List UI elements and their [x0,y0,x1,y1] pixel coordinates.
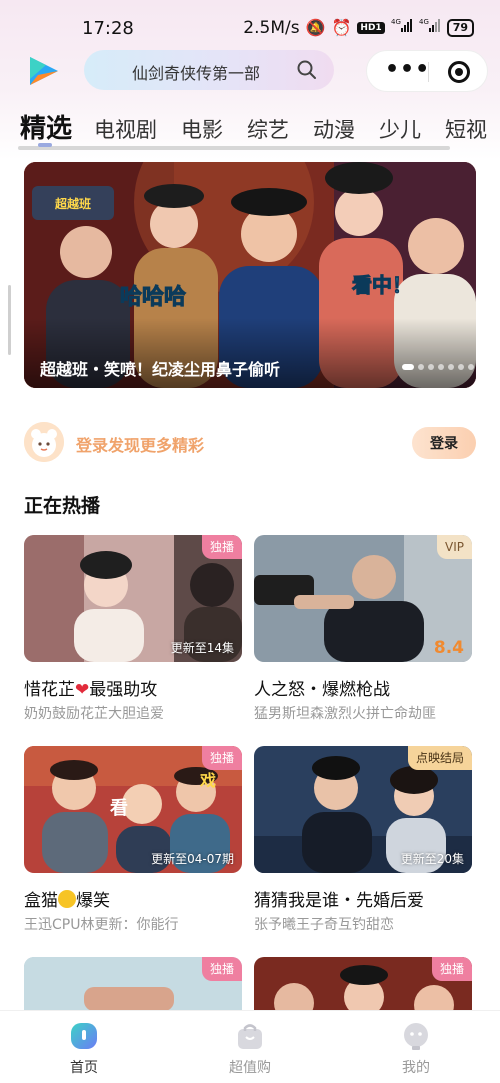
nav-label: 首页 [70,1060,98,1076]
card-title-suffix: 爆笑 [76,891,110,911]
svg-text:4G: 4G [419,18,429,26]
capsule-divider [428,62,429,82]
login-promo-text: 登录发现更多精彩 [76,436,205,455]
status-indicators: 2.5M/s 🔕 ⏰ HD1 4G 4G 79 [243,17,474,38]
card-subtitle: 猛男斯坦森激烈火拼亡命劫匪 [254,706,436,722]
bottom-nav: 首页 超值购 我的 [0,1010,500,1083]
nav-item-shop[interactable]: 超值购 [210,1021,290,1077]
card-overlay-text: 看 [109,797,128,819]
search-placeholder: 仙剑奇侠传第一部 [132,64,261,83]
banner-pagination [402,364,474,370]
card-badge: 点映结局 [407,746,472,770]
video-card[interactable]: 独播 [24,957,242,1083]
hd-badge: HD1 [357,21,385,34]
banner-logo-text: 超越班 [54,196,91,211]
mute-icon: 🔕 [305,18,326,37]
banner-dot [418,364,424,370]
status-time: 17:28 [82,18,134,39]
card-badge: 独播 [431,957,472,981]
card-update-text: 更新至04-07期 [151,852,234,866]
signal-icon: 4G [391,17,413,38]
video-card[interactable]: 看 戏 独播 更新至04-07期 盒猫 爆笑 王迅CPU林更新：你能行 [24,746,242,936]
tab-kids[interactable]: 少儿 [379,114,421,144]
banner-dot [438,364,444,370]
card-subtitle: 张予曦王子奇互钓甜恋 [254,917,394,933]
svg-text:4G: 4G [391,18,401,26]
tab-featured[interactable]: 精选 [20,108,72,145]
tab-variety[interactable]: 综艺 [247,114,289,144]
search-input[interactable]: 仙剑奇侠传第一部 [84,50,334,90]
heart-icon: ❤ [75,680,90,700]
more-dots-icon[interactable]: ••• [385,57,430,82]
tab-short[interactable]: 短视 [445,114,487,144]
card-overlay-text-2: 戏 [199,771,216,790]
card-thumbnail: 看 戏 独播 更新至04-07期 [24,746,242,873]
miniapp-capsule: ••• [366,50,488,92]
page-scroll-indicator [8,285,11,355]
banner-dot [448,364,454,370]
card-thumbnail: 独播 更新至14集 [24,535,242,662]
tab-movie[interactable]: 电影 [181,114,223,144]
search-icon [296,59,318,81]
tab-anime[interactable]: 动漫 [313,114,355,144]
signal-icon-2: 4G [419,17,441,38]
section-title: 正在热播 [24,495,101,517]
card-subtitle: 王迅CPU林更新：你能行 [24,917,179,933]
login-button[interactable]: 登录 [412,427,476,459]
nav-label: 超值购 [229,1060,271,1076]
card-title: 盒猫 爆笑 [24,886,110,911]
nav-item-home[interactable]: 首页 [44,1021,124,1077]
video-card[interactable]: 点映结局 更新至20集 猜猜我是谁・先婚后爱 张予曦王子奇互钓甜恋 [254,746,472,936]
video-card[interactable]: 独播 更新至14集 惜花芷❤最强助攻 奶奶鼓励花芷大胆追爱 [24,535,242,725]
card-title: 猜猜我是谁・先婚后爱 [254,891,424,911]
mascot-icon [24,422,64,462]
category-tabs: 精选 电视剧 电影 综艺 动漫 少儿 短视 [0,108,500,148]
banner-dot-active [402,364,414,370]
banner-caption-left: 哈哈哈 [120,284,186,310]
banner-dot [468,364,474,370]
tab-scroll-track [18,146,450,150]
card-title-suffix: 最强助攻 [89,680,158,700]
card-title: 惜花芷❤最强助攻 [24,675,157,700]
tab-tv[interactable]: 电视剧 [94,114,157,144]
shopping-bag-icon [235,1021,265,1051]
nav-label: 我的 [402,1060,430,1076]
card-score: 8.4 [433,638,464,658]
banner-dot [428,364,434,370]
home-icon [69,1021,99,1051]
banner-dot [458,364,464,370]
laughing-emoji-icon [58,890,76,908]
battery-icon: 79 [446,18,474,37]
card-thumbnail: VIP 8.4 [254,535,472,662]
card-subtitle: 奶奶鼓励花芷大胆追爱 [24,706,164,722]
card-title-text: 惜花芷 [24,680,75,700]
app-logo[interactable] [24,51,64,91]
banner-title: 超越班・笑喷！纪凌尘用鼻子偷听 [40,360,281,379]
banner-caption-right: 看中！ [352,273,412,297]
nav-item-profile[interactable]: 我的 [376,1021,456,1077]
card-update-text: 更新至20集 [400,852,464,866]
network-speed: 2.5M/s [243,17,300,38]
card-thumbnail: 点映结局 更新至20集 [254,746,472,873]
video-card[interactable]: VIP 8.4 人之怒・爆燃枪战 猛男斯坦森激烈火拼亡命劫匪 [254,535,472,725]
target-close-icon[interactable] [448,61,470,83]
alarm-icon: ⏰ [331,18,352,37]
video-card[interactable]: 独播 [254,957,472,1083]
card-badge: 独播 [201,957,242,981]
hero-banner[interactable]: 超越班 哈哈哈 看中！ 超越班・笑喷！纪凌尘用鼻子偷听 [24,162,476,388]
card-badge: 独播 [201,535,242,559]
profile-icon [401,1021,431,1051]
card-badge: 独播 [201,746,242,770]
card-title-text: 盒猫 [24,891,58,911]
status-bar: 17:28 2.5M/s 🔕 ⏰ HD1 4G 4G 79 [0,0,500,56]
login-promo: 登录发现更多精彩 登录 [24,422,476,466]
card-update-text: 更新至14集 [170,641,234,655]
card-title: 人之怒・爆燃枪战 [254,680,390,700]
tab-active-indicator [38,143,52,147]
card-badge: VIP [437,535,472,559]
